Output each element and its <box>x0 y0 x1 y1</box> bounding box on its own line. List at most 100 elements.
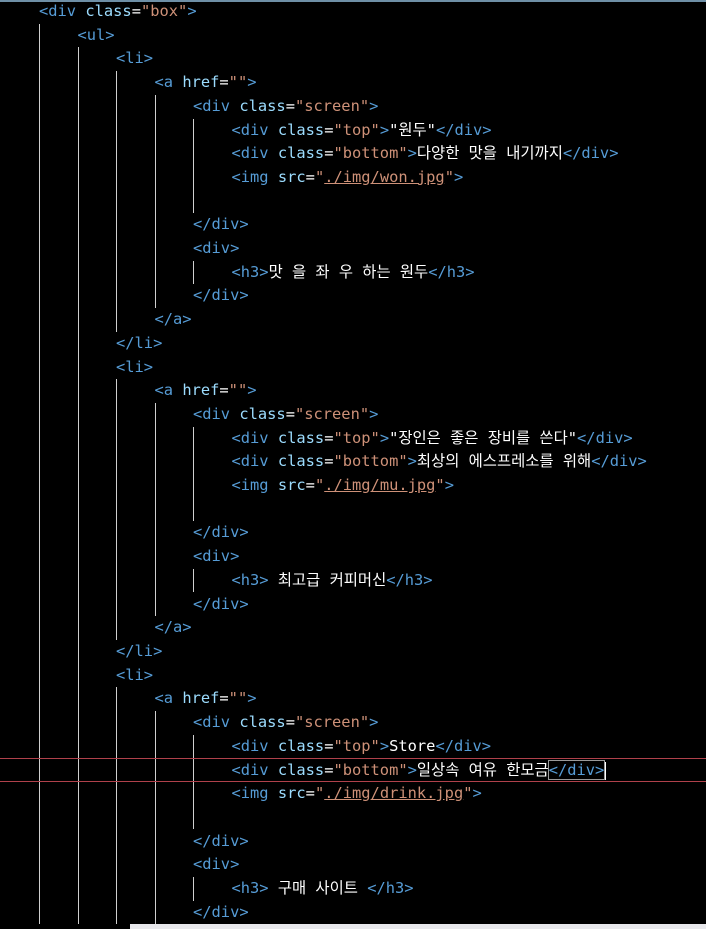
code-line[interactable]: <img src="./img/drink.jpg"> <box>0 782 706 806</box>
code-line-content: <ul> <box>78 24 115 48</box>
token-attr: src <box>277 167 306 186</box>
code-line[interactable]: <li> <box>0 356 706 380</box>
token-attr: href <box>182 689 220 708</box>
code-line[interactable]: <div> <box>0 237 706 261</box>
token-tag: </div> <box>193 523 249 542</box>
token-tag: <img <box>231 784 278 803</box>
token-tag: <div <box>193 404 240 423</box>
code-line[interactable]: <img src="./img/mu.jpg"> <box>0 474 706 498</box>
code-line-content: <li> <box>116 664 153 688</box>
token-tag: <div <box>231 428 278 447</box>
horizontal-scrollbar[interactable] <box>130 924 706 929</box>
code-line[interactable]: <ul> <box>0 24 706 48</box>
token-tag: > <box>379 120 390 139</box>
code-line-content: </div> <box>193 593 249 617</box>
token-tag: <div> <box>193 547 240 566</box>
token-str: "bottom" <box>333 452 408 471</box>
code-line-content: <h3>맛 을 좌 우 하는 원두</h3> <box>232 261 475 285</box>
token-tag: </div> <box>193 215 249 234</box>
code-line[interactable]: <a href=""> <box>0 379 706 403</box>
code-line[interactable]: </li> <box>0 640 706 664</box>
code-editor[interactable]: <div class="box"> <ul> <li> <a href=""> <div… <box>0 0 706 929</box>
code-line[interactable]: </div> <box>0 901 706 925</box>
code-line-content: </a> <box>155 308 192 332</box>
token-tag: <div <box>193 96 240 115</box>
code-line[interactable]: <div class="bottom">최상의 에스프레소를 위해</div> <box>0 450 706 474</box>
code-line[interactable]: </a> <box>0 616 706 640</box>
code-line-content: <li> <box>116 356 153 380</box>
code-line[interactable] <box>0 498 706 522</box>
token-attr: class <box>277 736 325 755</box>
code-line[interactable]: <div class="top">"장인은 좋은 장비를 쓴다"</div> <box>0 427 706 451</box>
code-line-content: </div> <box>193 284 249 308</box>
code-line[interactable]: <h3> 최고급 커피머신</h3> <box>0 569 706 593</box>
token-txt: "장인은 좋은 장비를 쓴다" <box>389 428 578 447</box>
code-line-content: </a> <box>155 616 192 640</box>
code-line[interactable]: </div> <box>0 521 706 545</box>
code-line[interactable]: </li> <box>0 332 706 356</box>
code-line[interactable]: </div> <box>0 593 706 617</box>
token-str: "top" <box>333 428 380 447</box>
token-str: "screen" <box>294 404 370 423</box>
token-tag: > <box>247 689 257 708</box>
token-tag: > <box>247 381 257 400</box>
token-tag: </div> <box>577 428 633 447</box>
code-line-content: <h3> 최고급 커피머신</h3> <box>232 569 433 593</box>
code-line[interactable] <box>0 190 706 214</box>
token-tag: </a> <box>154 618 192 637</box>
code-line[interactable]: <div> <box>0 853 706 877</box>
code-line[interactable]: <div class="top">"원두"</div> <box>0 119 706 143</box>
code-line[interactable]: <div class="bottom">다양한 맛을 내기까지</div> <box>0 142 706 166</box>
code-line[interactable]: <h3>맛 을 좌 우 하는 원두</h3> <box>0 261 706 285</box>
token-attr: class <box>277 120 325 139</box>
code-line[interactable]: </div> <box>0 284 706 308</box>
code-line[interactable]: <div class="top">Store</div> <box>0 735 706 759</box>
code-line[interactable]: <a href=""> <box>0 71 706 95</box>
token-tag: > <box>247 73 257 92</box>
token-tag: <img <box>231 476 278 494</box>
token-tag: <li> <box>116 665 154 684</box>
token-tag: > <box>369 713 379 731</box>
code-line[interactable]: <div class="screen"> <box>0 403 706 427</box>
token-str: " <box>444 167 454 186</box>
token-tag: </div> <box>562 144 619 163</box>
token-str: "top" <box>333 736 380 755</box>
token-str: " <box>314 784 325 803</box>
token-str: "bottom" <box>333 761 408 780</box>
code-line[interactable]: <li> <box>0 664 706 688</box>
code-line-content: <div class="screen"> <box>193 711 378 735</box>
token-tag: </div> <box>435 120 492 139</box>
token-txt: 구매 사이트 <box>268 878 368 897</box>
token-txt: "원두" <box>389 120 436 139</box>
code-line-content: <div class="bottom">다양한 맛을 내기까지</div> <box>232 142 619 166</box>
code-line[interactable]: <img src="./img/won.jpg"> <box>0 166 706 190</box>
code-line[interactable]: <div class="screen"> <box>0 95 706 119</box>
code-line[interactable]: <a href=""> <box>0 687 706 711</box>
token-str: "bottom" <box>333 144 408 163</box>
code-line[interactable]: <div class="box"> <box>0 0 706 24</box>
code-line[interactable]: <li> <box>0 47 706 71</box>
code-line[interactable] <box>0 806 706 830</box>
code-line[interactable]: <div class="screen"> <box>0 711 706 735</box>
token-str: "screen" <box>294 713 370 731</box>
token-tag: <div <box>231 452 278 471</box>
text-cursor <box>605 761 607 780</box>
code-line-content: <div class="screen"> <box>193 95 378 119</box>
code-line-content: </div> <box>193 901 249 925</box>
code-line[interactable]: <div> <box>0 545 706 569</box>
token-txt: = <box>131 2 141 20</box>
code-line[interactable]: </a> <box>0 308 706 332</box>
token-tag: </a> <box>154 310 192 329</box>
code-line-content: <div> <box>193 237 239 261</box>
token-tag: > <box>187 2 197 20</box>
token-tag: </div> <box>193 831 249 850</box>
token-str: "box" <box>140 2 188 20</box>
code-line[interactable]: <h3> 구매 사이트 </h3> <box>0 877 706 901</box>
code-line[interactable]: </div> <box>0 830 706 854</box>
token-tag: > <box>379 736 390 755</box>
code-line-content: <div class="bottom">최상의 에스프레소를 위해</div> <box>232 450 647 474</box>
code-line[interactable]: </div> <box>0 213 706 237</box>
code-line[interactable]: <div class="bottom">일상속 여유 한모금</div> <box>0 758 706 783</box>
token-tag: </h3> <box>428 262 475 281</box>
token-str: " <box>314 167 325 186</box>
